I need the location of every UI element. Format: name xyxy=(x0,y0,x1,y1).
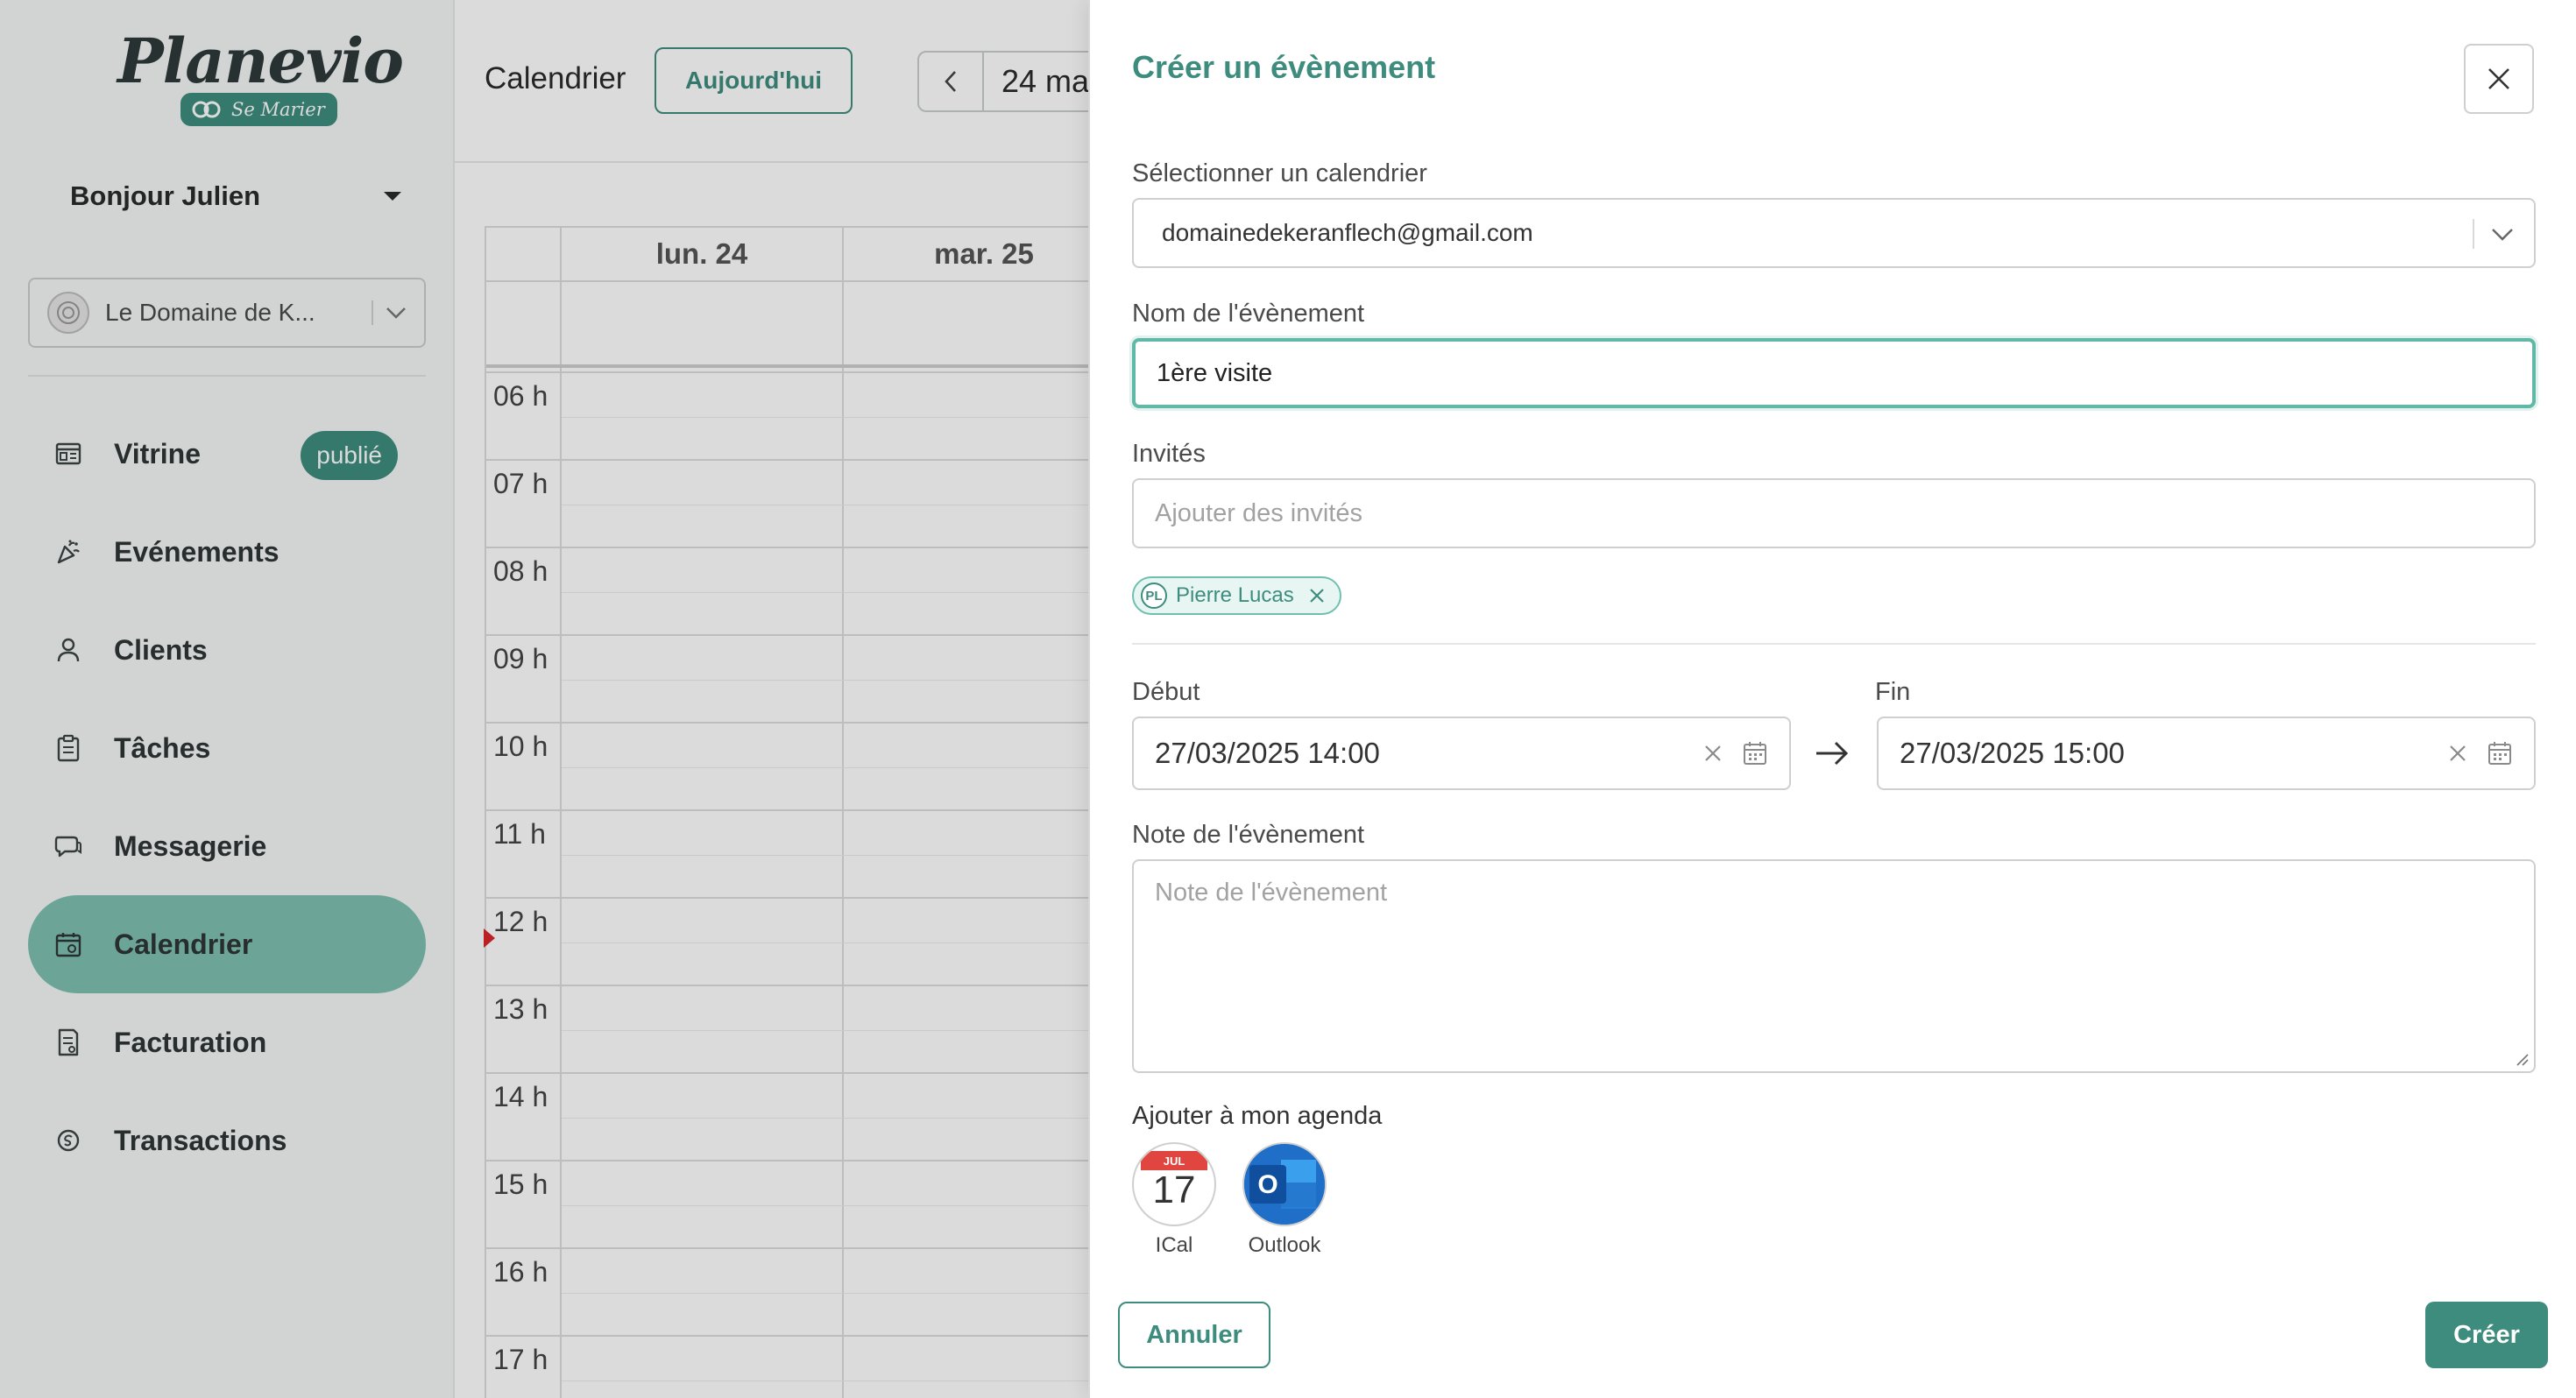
add-to-agenda-label: Ajouter à mon agenda xyxy=(1132,1102,1383,1130)
remove-guest-icon[interactable] xyxy=(1308,587,1326,604)
resize-handle-icon[interactable] xyxy=(2515,1052,2529,1066)
end-datetime-input[interactable]: 27/03/2025 15:00 xyxy=(1877,717,2536,790)
calendar-select[interactable]: domainedekeranflech@gmail.com xyxy=(1132,198,2536,268)
start-datetime-value: 27/03/2025 14:00 xyxy=(1155,737,1380,769)
start-label: Début xyxy=(1132,678,1200,706)
calendar-select-label: Sélectionner un calendrier xyxy=(1132,159,1427,187)
event-note-placeholder: Note de l'évènement xyxy=(1155,879,1388,907)
create-event-drawer: Créer un évènement Sélectionner un calen… xyxy=(1088,0,2576,1398)
create-button[interactable]: Créer xyxy=(2425,1302,2548,1368)
drawer-title: Créer un évènement xyxy=(1132,49,1436,85)
event-name-input[interactable]: 1ère visite xyxy=(1132,338,2536,408)
close-button[interactable] xyxy=(2464,44,2534,114)
date-input-actions xyxy=(1703,740,1768,766)
outlook-icon: O xyxy=(1242,1142,1327,1226)
arrow-right-icon xyxy=(1813,736,1851,771)
outlook-button[interactable]: O Outlook xyxy=(1241,1142,1328,1258)
end-label: Fin xyxy=(1875,678,1911,706)
calendar-select-value: domainedekeranflech@gmail.com xyxy=(1162,219,1533,246)
cancel-button[interactable]: Annuler xyxy=(1118,1302,1270,1368)
clear-icon[interactable] xyxy=(2448,744,2467,763)
start-datetime-input[interactable]: 27/03/2025 14:00 xyxy=(1132,717,1791,790)
close-icon xyxy=(2486,66,2512,92)
chevron-down-icon xyxy=(2490,221,2515,247)
guests-input[interactable]: Ajouter des invités xyxy=(1132,478,2536,548)
modal-backdrop[interactable] xyxy=(0,0,1088,1398)
event-note-textarea[interactable]: Note de l'évènement xyxy=(1132,859,2536,1073)
select-divider xyxy=(2473,219,2474,249)
event-note-label: Note de l'évènement xyxy=(1132,821,1365,849)
date-input-actions xyxy=(2448,740,2513,766)
outlook-label: Outlook xyxy=(1248,1233,1321,1257)
ical-month: JUL xyxy=(1141,1151,1207,1170)
event-name-label: Nom de l'évènement xyxy=(1132,300,1365,328)
ical-button[interactable]: JUL 17 ICal xyxy=(1130,1142,1218,1258)
end-datetime-value: 27/03/2025 15:00 xyxy=(1900,737,2125,769)
ical-icon: JUL 17 xyxy=(1132,1142,1216,1226)
section-divider xyxy=(1132,643,2536,645)
calendar-icon[interactable] xyxy=(1742,740,1768,766)
outlook-letter: O xyxy=(1257,1170,1277,1199)
clear-icon[interactable] xyxy=(1703,744,1723,763)
ical-day: 17 xyxy=(1152,1169,1196,1211)
calendar-icon[interactable] xyxy=(2487,740,2513,766)
guests-label: Invités xyxy=(1132,440,1206,468)
avatar: PL xyxy=(1141,582,1167,609)
guest-name: Pierre Lucas xyxy=(1176,583,1294,607)
guest-chip: PL Pierre Lucas xyxy=(1132,576,1341,615)
ical-label: ICal xyxy=(1155,1233,1193,1257)
